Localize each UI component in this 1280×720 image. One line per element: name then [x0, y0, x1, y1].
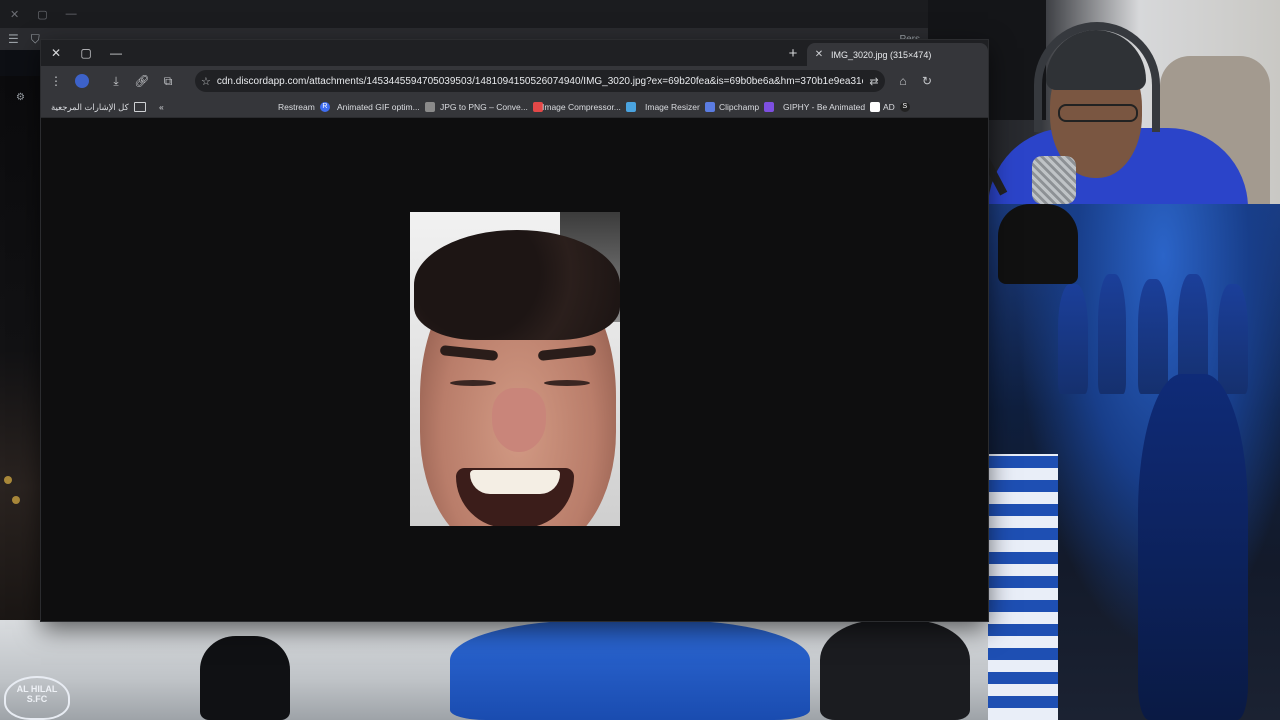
photo-hair — [414, 230, 620, 340]
all-bookmarks-label: كل الإشارات المرجعية — [51, 101, 129, 112]
window-close-button[interactable]: ✕ — [41, 40, 71, 66]
page-viewport — [41, 118, 988, 621]
glasses — [1058, 104, 1138, 122]
more-menu-icon[interactable]: ⋮ — [43, 68, 69, 94]
window-maximize-button[interactable]: ▢ — [71, 40, 101, 66]
bookmark-item[interactable]: Restream R — [278, 96, 330, 118]
background-floor — [0, 620, 988, 720]
shield-icon: ⛉ — [30, 31, 40, 46]
gear-icon: ⚙ — [16, 92, 25, 103]
browser-window: ✕ ▢ — + ✕ IMG_3020.jpg (315×474) ⋮ ⤓ 🔗︎ … — [41, 40, 988, 621]
giphy-favicon — [870, 102, 881, 112]
download-icon[interactable]: ⤓ — [103, 68, 129, 94]
bookmark-item[interactable]: Image Resizer — [645, 96, 715, 118]
bookmark-item[interactable]: Animated GIF optim... — [337, 96, 435, 118]
image-resizer-favicon — [704, 102, 715, 112]
maximize-icon: ▢ — [80, 46, 92, 60]
window-minimize-button[interactable]: — — [101, 40, 131, 66]
close-icon: ✕ — [10, 8, 20, 21]
close-icon: ✕ — [50, 46, 62, 60]
clipchamp-favicon — [764, 102, 775, 112]
gif-optimizer-favicon — [424, 102, 435, 112]
background-left-strip: ⚙ — [0, 76, 42, 624]
tab-image[interactable]: ✕ IMG_3020.jpg (315×474) — [807, 43, 988, 66]
minimize-icon: — — [65, 8, 77, 20]
home-icon[interactable]: ⌂ — [890, 68, 916, 94]
club-logo: AL HILAL S.FC — [4, 676, 70, 720]
displayed-image[interactable] — [410, 212, 620, 526]
microphone — [1032, 156, 1076, 204]
chevron-left-icon: « — [159, 102, 164, 112]
plus-icon: + — [788, 44, 798, 62]
folder-icon — [133, 102, 146, 112]
reload-icon[interactable]: ↻ — [914, 68, 940, 94]
photo-nose — [492, 388, 546, 452]
restore-icon: ▢ — [37, 8, 48, 21]
background-browser-titlebar: ✕ ▢ — — [0, 0, 928, 28]
all-bookmarks-button[interactable]: كل الإشارات المرجعية — [51, 96, 146, 118]
bookmarks-overflow-button[interactable]: « — [159, 96, 164, 118]
image-compressor-favicon — [625, 102, 636, 112]
tab-title: IMG_3020.jpg (315×474) — [831, 49, 932, 60]
bookmark-item[interactable]: JPG to PNG – Conve... — [440, 96, 543, 118]
profile-icon[interactable] — [69, 68, 95, 94]
bookmark-item[interactable]: Image Compressor... — [542, 96, 636, 118]
tab-close-icon[interactable]: ✕ — [813, 49, 825, 60]
url-text: cdn.discordapp.com/attachments/145344559… — [216, 75, 863, 87]
bookmark-item[interactable]: AD S — [883, 96, 910, 118]
bookmark-item[interactable]: GIPHY - Be Animated — [783, 96, 881, 118]
new-tab-button[interactable]: + — [781, 40, 805, 66]
titlebar: ✕ ▢ — + ✕ IMG_3020.jpg (315×474) — [41, 40, 988, 66]
menu-icon: ☰ — [8, 32, 19, 46]
star-icon[interactable]: ☆ — [201, 75, 211, 88]
bookmarks-bar: كل الإشارات المرجعية « Restream R Animat… — [41, 96, 988, 118]
address-bar[interactable]: ☆ cdn.discordapp.com/attachments/1453445… — [195, 70, 885, 92]
restream-favicon: R — [319, 102, 330, 112]
ad-favicon: S — [899, 102, 910, 112]
stadium-celebration-video — [988, 204, 1280, 720]
minimize-icon: — — [110, 46, 122, 60]
site-settings-icon[interactable]: ⇄ — [863, 75, 885, 88]
bookmark-item[interactable]: Clipchamp — [719, 96, 775, 118]
extensions-icon[interactable]: ⧉ — [155, 68, 181, 94]
link-icon[interactable]: 🔗︎ — [129, 68, 155, 94]
